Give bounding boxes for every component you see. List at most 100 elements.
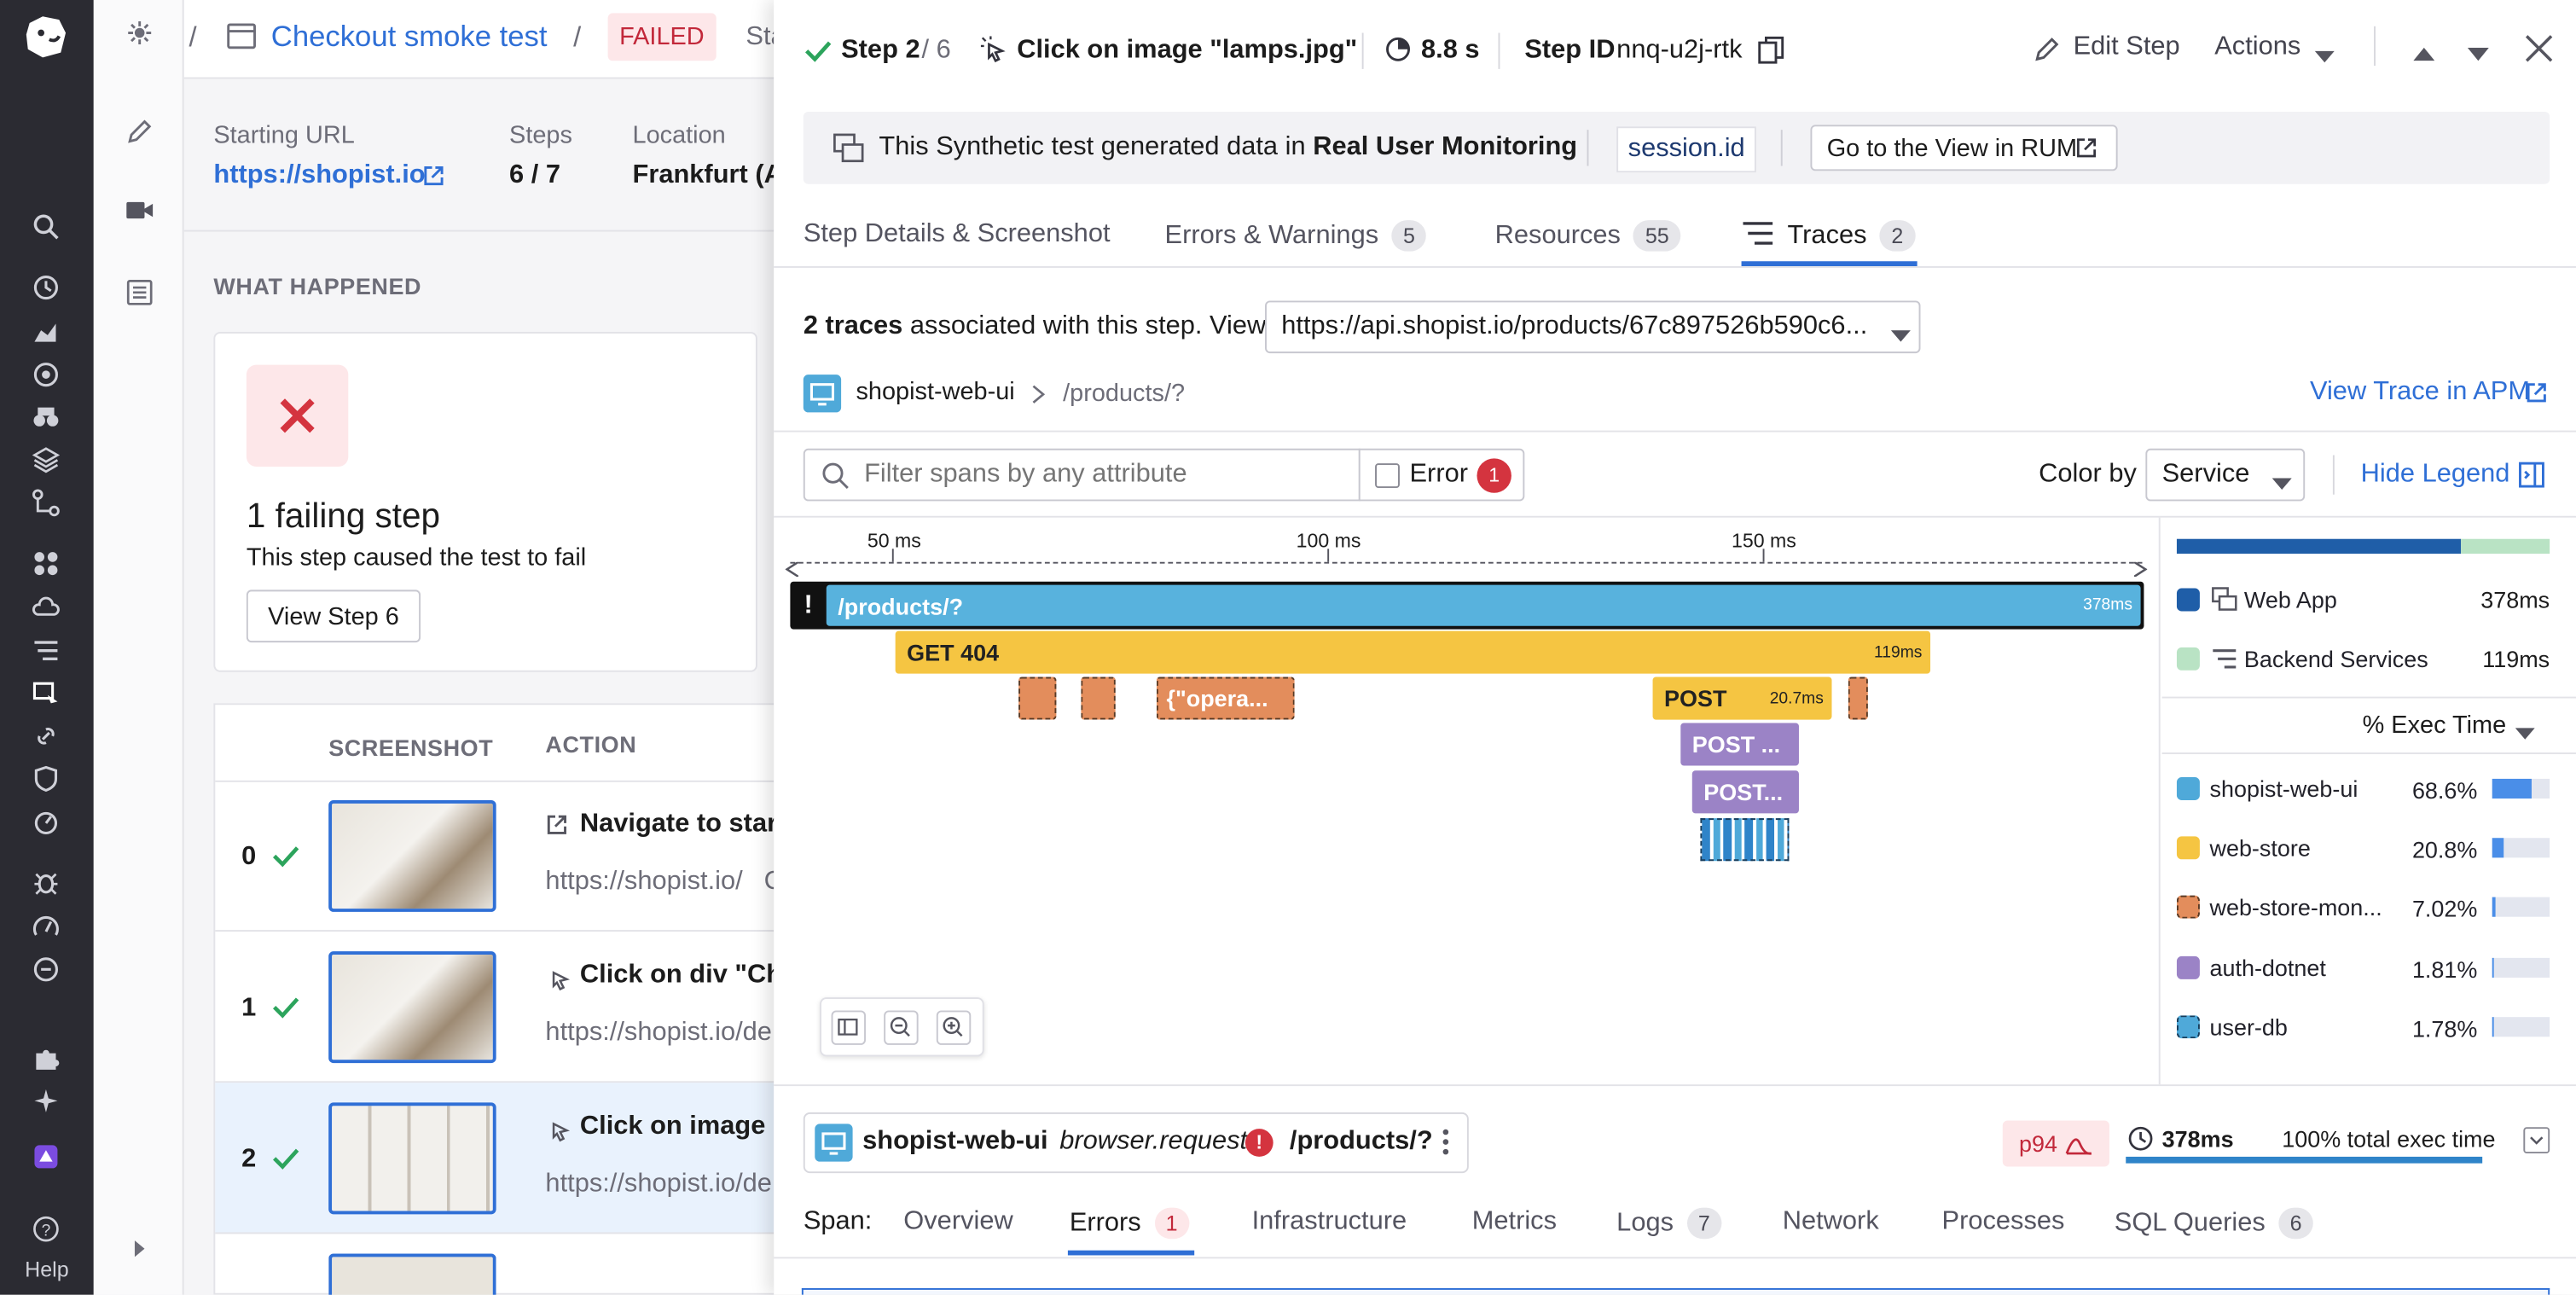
cloud-icon[interactable] (30, 591, 63, 624)
security-icon[interactable] (30, 763, 63, 796)
step-screenshot-thumbnail[interactable] (328, 1102, 496, 1215)
legend-swatch (2176, 895, 2200, 919)
monitors-icon[interactable] (30, 358, 63, 392)
edit-step-button[interactable]: Edit Step (2074, 33, 2180, 63)
trace-url-select[interactable]: https://api.shopist.io/products/67c89752… (1265, 300, 1921, 354)
view-step-button[interactable]: View Step 6 (246, 589, 421, 643)
backend-services-icon (2211, 648, 2237, 671)
span-root[interactable]: /products/? 378ms (826, 584, 2141, 626)
step-action: Navigate to star (579, 810, 776, 839)
legend-group-value: 119ms (2482, 645, 2550, 672)
next-step-icon[interactable] (2467, 41, 2489, 61)
web-app-icon (2211, 587, 2237, 613)
span-post-auth[interactable]: POST ... (1680, 723, 1799, 766)
tab-label: Network (1782, 1207, 1879, 1236)
session-id-chip[interactable]: session.id (1616, 126, 1757, 173)
test-name-link[interactable]: Checkout smoke test (271, 20, 548, 54)
hide-legend-link[interactable]: Hide Legend (2361, 460, 2510, 490)
zoom-out-icon[interactable] (884, 1010, 919, 1045)
list-icon[interactable] (123, 276, 156, 310)
go-to-rum-button[interactable]: Go to the View in RUM (1810, 125, 2118, 171)
legend-panel-icon[interactable] (2519, 462, 2545, 488)
legend-sort-select[interactable]: % Exec Time (2363, 711, 2507, 740)
infrastructure-icon[interactable] (30, 547, 63, 580)
view-trace-apm-link[interactable]: View Trace in APM (2310, 378, 2530, 408)
span-tab-errors[interactable]: Errors 1 (1070, 1207, 1190, 1240)
puzzle-icon[interactable] (30, 1042, 63, 1075)
table-row[interactable]: 1 Click on div "Cha https://shopist.io/d… (215, 932, 776, 1083)
table-row-selected[interactable]: 2 Click on image " https://shopist.io/de (215, 1083, 776, 1234)
close-icon[interactable] (2525, 34, 2553, 62)
zoom-in-icon[interactable] (936, 1010, 972, 1045)
expand-arrow-icon[interactable] (123, 1233, 156, 1266)
workflow-icon[interactable] (30, 486, 63, 520)
legend-swatch (2176, 1015, 2200, 1039)
span-tab-infrastructure[interactable]: Infrastructure (1252, 1208, 1407, 1238)
apm-icon[interactable] (30, 634, 63, 667)
svg-text:?: ? (42, 1222, 51, 1240)
collapse-icon[interactable] (2523, 1127, 2550, 1154)
error-filter-toggle[interactable]: Error 1 (1358, 448, 1525, 502)
percentile-badge[interactable]: p94 (2002, 1120, 2109, 1167)
dashboards-icon[interactable] (30, 316, 63, 349)
tab-traces[interactable]: Traces 2 (1787, 220, 1915, 252)
span-post-auth[interactable]: POST... (1691, 770, 1799, 814)
watchdog-icon[interactable] (30, 401, 63, 434)
tab-resources[interactable]: Resources 55 (1495, 220, 1681, 252)
step-url: https://shopist.io/de (545, 1019, 772, 1047)
span-web-store-mon[interactable] (1848, 677, 1868, 720)
video-icon[interactable] (123, 194, 156, 227)
dora-icon[interactable] (30, 805, 63, 839)
more-options-icon[interactable] (1439, 1127, 1452, 1157)
span-post[interactable]: POST 20.7ms (1652, 677, 1832, 720)
span-web-store-mon[interactable] (1018, 677, 1057, 720)
synthetics-test-icon[interactable] (123, 16, 156, 49)
copy-icon[interactable] (1758, 36, 1784, 64)
datadog-logo-icon[interactable] (20, 10, 73, 63)
span-tab-overview[interactable]: Overview (903, 1208, 1012, 1238)
span-web-store-mon[interactable] (1081, 677, 1116, 720)
edit-icon[interactable] (123, 115, 156, 148)
search-icon[interactable] (30, 211, 63, 244)
span-label: POST ... (1691, 731, 1781, 758)
actions-dropdown[interactable]: Actions (2214, 33, 2300, 63)
tab-step-details[interactable]: Step Details & Screenshot (804, 220, 1111, 250)
org-avatar-icon[interactable] (30, 1141, 63, 1174)
step-screenshot-thumbnail[interactable] (328, 799, 496, 912)
breadcrumb-separator: / (189, 21, 197, 53)
error-exclamation-icon: ! (804, 591, 813, 620)
error-checkbox[interactable] (1375, 463, 1400, 489)
step-screenshot-thumbnail[interactable] (328, 951, 496, 1064)
span-tab-network[interactable]: Network (1783, 1208, 1879, 1238)
ci-icon[interactable] (30, 953, 63, 986)
performance-icon[interactable] (30, 910, 63, 944)
checkmark-icon (271, 1145, 301, 1171)
span-tab-metrics[interactable]: Metrics (1472, 1208, 1557, 1238)
color-by-select[interactable]: Service (2145, 448, 2306, 502)
bug-icon[interactable] (30, 866, 63, 899)
span-operation[interactable]: {"opera... (1156, 677, 1295, 720)
starting-url-link[interactable]: https://shopist.io (213, 161, 425, 191)
legend-service-bar (2492, 957, 2550, 978)
span-user-db[interactable] (1700, 818, 1790, 862)
span-tab-logs[interactable]: Logs 7 (1616, 1207, 1722, 1240)
span-tab-sql-queries[interactable]: SQL Queries 6 (2115, 1207, 2314, 1240)
history-icon[interactable] (30, 271, 63, 305)
help-icon[interactable]: ? (30, 1212, 63, 1246)
previous-step-icon[interactable] (2413, 39, 2435, 61)
external-link-icon[interactable] (422, 165, 445, 188)
navigate-icon (545, 813, 568, 836)
main-nav: ? Help (0, 0, 94, 1295)
edit-pencil-icon[interactable] (2032, 34, 2062, 64)
tab-errors-warnings[interactable]: Errors & Warnings 5 (1165, 220, 1427, 252)
step-screenshot-thumbnail[interactable] (328, 1253, 496, 1295)
synthetics-icon[interactable] (30, 677, 63, 711)
table-row[interactable]: 0 Navigate to star https://shopist.io/ C (215, 781, 776, 932)
minimap-icon[interactable] (831, 1010, 867, 1045)
sparkle-icon[interactable] (30, 1084, 63, 1118)
link-icon[interactable] (30, 720, 63, 753)
span-tab-processes[interactable]: Processes (1942, 1208, 2065, 1238)
span-filter-input[interactable] (864, 456, 1349, 493)
span-get-404[interactable]: GET 404 119ms (895, 630, 1931, 674)
integrations-icon[interactable] (30, 444, 63, 477)
